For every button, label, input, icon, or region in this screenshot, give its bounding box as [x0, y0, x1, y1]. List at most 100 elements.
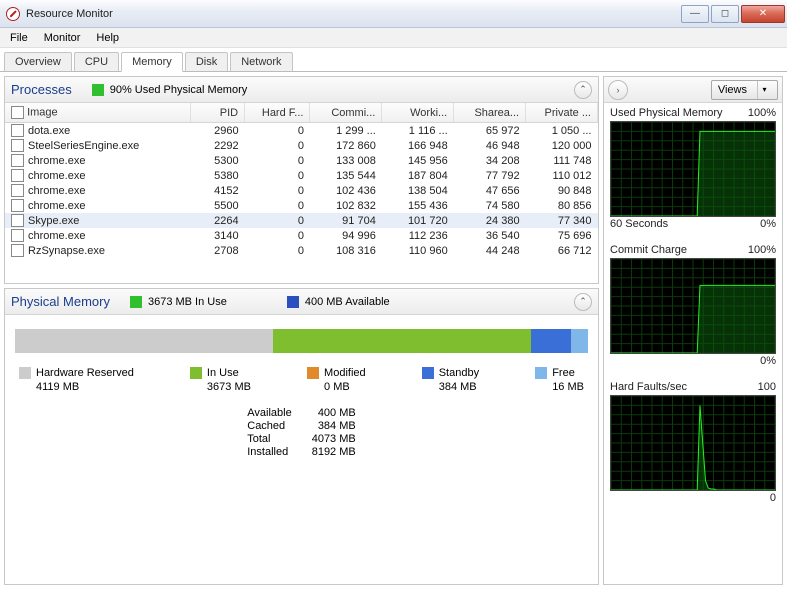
working-cell: 187 804: [382, 168, 454, 183]
working-cell: 145 956: [382, 153, 454, 168]
table-row[interactable]: dota.exe296001 299 ...1 116 ...65 9721 0…: [5, 123, 598, 139]
row-checkbox[interactable]: [11, 184, 24, 197]
private-cell: 77 340: [526, 213, 598, 228]
row-checkbox[interactable]: [11, 214, 24, 227]
hardf-cell: 0: [245, 183, 310, 198]
collapse-processes-icon[interactable]: ⌃: [574, 81, 592, 99]
tab-network[interactable]: Network: [230, 52, 292, 71]
private-cell: 66 712: [526, 243, 598, 258]
menu-help[interactable]: Help: [88, 30, 127, 46]
chart-min: 0: [770, 492, 776, 504]
tab-memory[interactable]: Memory: [121, 52, 183, 72]
commit-cell: 1 299 ...: [310, 123, 382, 139]
menu-monitor[interactable]: Monitor: [36, 30, 89, 46]
memory-bar: [15, 329, 588, 353]
commit-cell: 133 008: [310, 153, 382, 168]
col-hardfaults[interactable]: Hard F...: [245, 103, 310, 123]
stat-installed-value: 8192 MB: [312, 446, 356, 458]
chart-block: Used Physical Memory100%60 Seconds0%: [604, 103, 782, 240]
row-checkbox[interactable]: [11, 139, 24, 152]
col-commit[interactable]: Commi...: [310, 103, 382, 123]
legend-label: Modified: [324, 367, 366, 379]
tab-cpu[interactable]: CPU: [74, 52, 119, 71]
table-row[interactable]: chrome.exe53800135 544187 80477 792110 0…: [5, 168, 598, 183]
row-checkbox[interactable]: [11, 124, 24, 137]
legend-value: 3673 MB: [207, 381, 251, 393]
legend-label: Standby: [439, 367, 479, 379]
chart-xaxis: 60 Seconds: [610, 218, 668, 230]
working-cell: 138 504: [382, 183, 454, 198]
chart-canvas: [610, 121, 776, 217]
row-checkbox[interactable]: [11, 229, 24, 242]
legend-swatch-icon: [19, 367, 31, 379]
commit-cell: 102 832: [310, 198, 382, 213]
table-row[interactable]: chrome.exe41520102 436138 50447 65690 84…: [5, 183, 598, 198]
pid-cell: 2292: [190, 138, 244, 153]
table-row[interactable]: Skype.exe2264091 704101 72024 38077 340: [5, 213, 598, 228]
pid-cell: 2960: [190, 123, 244, 139]
working-cell: 110 960: [382, 243, 454, 258]
membar-segment: [571, 329, 588, 353]
physmem-header[interactable]: Physical Memory 3673 MB In Use 400 MB Av…: [5, 289, 598, 315]
shareable-cell: 47 656: [454, 183, 526, 198]
processes-title: Processes: [11, 82, 72, 97]
processes-table-scroll[interactable]: Image PID Hard F... Commi... Worki... Sh…: [5, 103, 598, 283]
col-shareable[interactable]: Sharea...: [454, 103, 526, 123]
views-button[interactable]: Views ▾: [711, 80, 778, 100]
stat-installed-label: Installed: [247, 446, 291, 458]
chart-max: 100%: [748, 107, 776, 119]
chart-title: Commit Charge: [610, 244, 687, 256]
working-cell: 155 436: [382, 198, 454, 213]
hardf-cell: 0: [245, 228, 310, 243]
processes-table: Image PID Hard F... Commi... Worki... Sh…: [5, 103, 598, 258]
hardf-cell: 0: [245, 138, 310, 153]
image-name: chrome.exe: [28, 230, 85, 242]
legend-swatch-icon: [422, 367, 434, 379]
hardf-cell: 0: [245, 213, 310, 228]
legend-swatch-icon: [535, 367, 547, 379]
image-name: SteelSeriesEngine.exe: [28, 140, 139, 152]
minimize-button[interactable]: —: [681, 5, 709, 23]
views-dropdown-icon[interactable]: ▾: [757, 81, 771, 99]
image-name: chrome.exe: [28, 155, 85, 167]
shareable-cell: 74 580: [454, 198, 526, 213]
tab-disk[interactable]: Disk: [185, 52, 228, 71]
legend-value: 4119 MB: [36, 381, 79, 393]
chart-min: 0%: [760, 218, 776, 230]
pid-cell: 4152: [190, 183, 244, 198]
select-all-checkbox[interactable]: [11, 106, 24, 119]
hardf-cell: 0: [245, 153, 310, 168]
maximize-button[interactable]: ◻: [711, 5, 739, 23]
legend-item: Standby 384 MB: [422, 367, 479, 393]
row-checkbox[interactable]: [11, 154, 24, 167]
menu-file[interactable]: File: [2, 30, 36, 46]
image-name: chrome.exe: [28, 170, 85, 182]
image-name: RzSynapse.exe: [28, 245, 105, 257]
row-checkbox[interactable]: [11, 199, 24, 212]
table-row[interactable]: RzSynapse.exe27080108 316110 96044 24866…: [5, 243, 598, 258]
collapse-physmem-icon[interactable]: ⌃: [574, 293, 592, 311]
row-checkbox[interactable]: [11, 244, 24, 257]
shareable-cell: 34 208: [454, 153, 526, 168]
pid-cell: 3140: [190, 228, 244, 243]
close-button[interactable]: ✕: [741, 5, 785, 23]
col-pid[interactable]: PID: [190, 103, 244, 123]
table-row[interactable]: SteelSeriesEngine.exe22920172 860166 948…: [5, 138, 598, 153]
processes-header[interactable]: Processes 90% Used Physical Memory ⌃: [5, 77, 598, 103]
membar-segment: [531, 329, 571, 353]
col-working[interactable]: Worki...: [382, 103, 454, 123]
views-label: Views: [718, 84, 747, 96]
table-row[interactable]: chrome.exe3140094 996112 23636 54075 696: [5, 228, 598, 243]
tab-overview[interactable]: Overview: [4, 52, 72, 71]
legend-label: Free: [552, 367, 575, 379]
legend-value: 384 MB: [439, 381, 477, 393]
sidebar-collapse-icon[interactable]: ›: [608, 80, 628, 100]
col-image[interactable]: Image: [5, 103, 190, 123]
col-private[interactable]: Private ...: [526, 103, 598, 123]
inuse-swatch-icon: [130, 296, 142, 308]
table-row[interactable]: chrome.exe53000133 008145 95634 208111 7…: [5, 153, 598, 168]
private-cell: 75 696: [526, 228, 598, 243]
chart-max: 100%: [748, 244, 776, 256]
table-row[interactable]: chrome.exe55000102 832155 43674 58080 85…: [5, 198, 598, 213]
row-checkbox[interactable]: [11, 169, 24, 182]
